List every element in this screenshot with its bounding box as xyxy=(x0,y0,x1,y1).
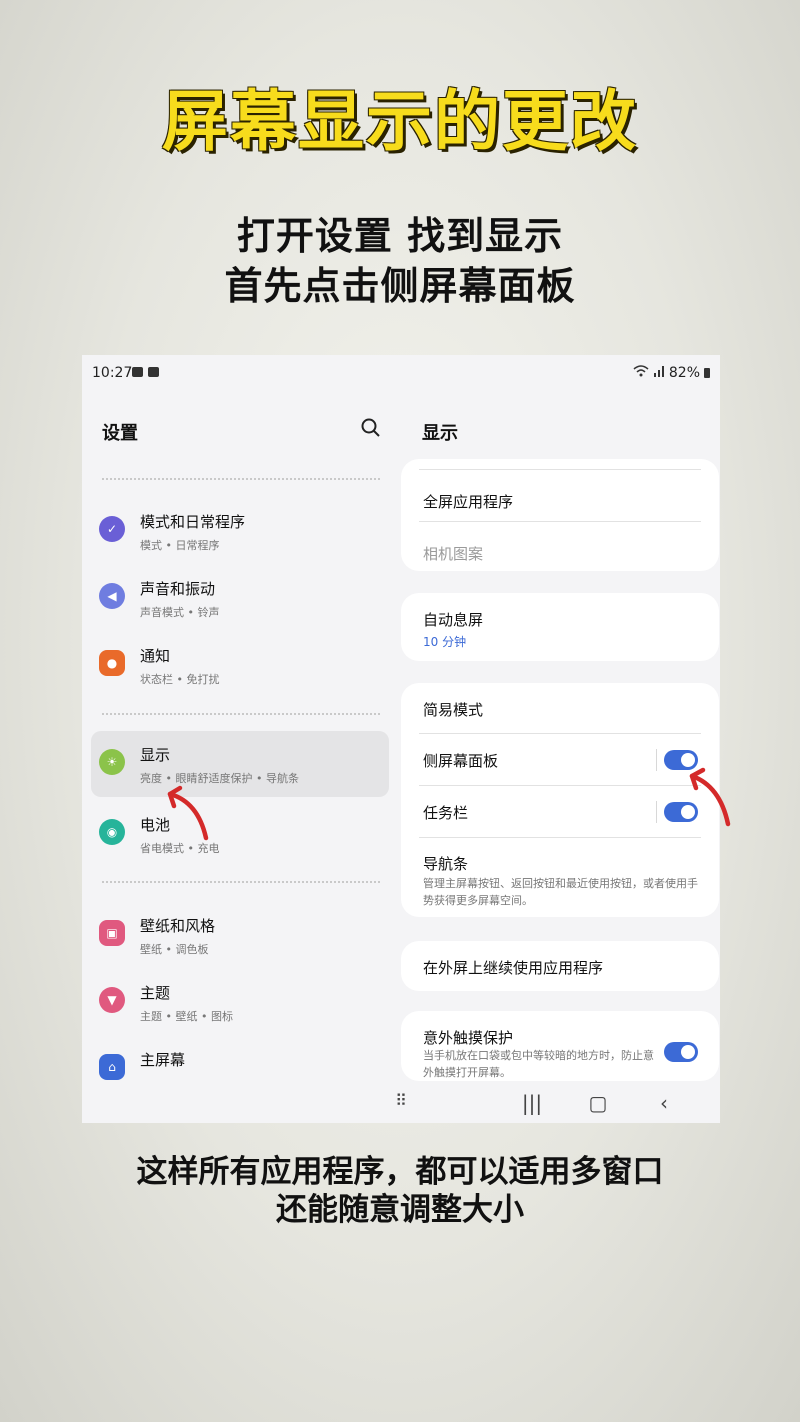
card-display-top: 全屏应用程序 相机图案 xyxy=(401,459,719,571)
taskbar-label[interactable]: 任务栏 xyxy=(423,802,468,823)
sidebar-item-title: 通知 xyxy=(140,647,171,665)
screen-timeout-value: 10 分钟 xyxy=(423,635,467,649)
card-layout: 简易模式 侧屏幕面板 任务栏 导航条 管理主屏幕按钮、返回按钮和最近使用按钮，或… xyxy=(401,683,719,917)
battery-icon xyxy=(704,368,710,378)
status-bar: 10:27 82% xyxy=(82,355,720,391)
easy-mode-item[interactable]: 简易模式 xyxy=(423,699,483,720)
sidebar-item-battery[interactable]: ◉ 电池 省电模式 • 充电 xyxy=(91,801,389,867)
sidebar-item-themes[interactable]: ▼ 主题 主题 • 壁纸 • 图标 xyxy=(91,969,389,1035)
edge-panels-label[interactable]: 侧屏幕面板 xyxy=(423,750,498,771)
separator xyxy=(419,785,701,786)
sidebar-item-subtitle: 模式 • 日常程序 xyxy=(140,539,220,552)
separator xyxy=(419,469,701,470)
red-arrow-annotation xyxy=(689,767,731,827)
camera-cutout-item[interactable]: 相机图案 xyxy=(423,543,483,564)
sidebar-item-subtitle: 壁纸 • 调色板 xyxy=(140,943,209,956)
screen-timeout-label: 自动息屏 xyxy=(423,611,484,629)
divider xyxy=(656,801,657,823)
sidebar-item-subtitle: 声音模式 • 铃声 xyxy=(140,606,220,619)
sidebar-item-display[interactable]: ☀ 显示 亮度 • 眼睛舒适度保护 • 导航条 xyxy=(91,731,389,797)
sun-icon: ☀ xyxy=(99,749,125,775)
home-button-icon[interactable]: ▢ xyxy=(586,1091,610,1115)
navbar-description: 管理主屏幕按钮、返回按钮和最近使用按钮，或者使用手势获得更多屏幕空间。 xyxy=(423,877,698,907)
phone-screen: 10:27 82% 设置 ✓ 模式和日常程序 模式 • 日常程序 ◀ 声音和振动… xyxy=(82,355,720,1123)
subtitle-line-2: 首先点击侧屏幕面板 xyxy=(224,264,576,308)
signal-icon xyxy=(653,365,665,381)
status-time: 10:27 xyxy=(92,365,133,381)
accidental-touch-label: 意外触摸保护 xyxy=(423,1029,514,1047)
brush-icon: ▼ xyxy=(99,987,125,1013)
sidebar-item-modes[interactable]: ✓ 模式和日常程序 模式 • 日常程序 xyxy=(91,498,389,564)
back-icon[interactable]: ‹ xyxy=(652,1091,676,1115)
sidebar-item-title: 主屏幕 xyxy=(140,1051,186,1069)
apps-grid-icon[interactable]: ⠿ xyxy=(389,1091,413,1110)
sidebar-item-subtitle: 主题 • 壁纸 • 图标 xyxy=(140,1010,233,1023)
card-screen-timeout[interactable]: 自动息屏 10 分钟 xyxy=(401,593,719,661)
sidebar-item-title: 壁纸和风格 xyxy=(140,917,216,935)
battery-level: 82% xyxy=(668,365,700,381)
sidebar-item-title: 声音和振动 xyxy=(140,580,216,598)
speaker-icon: ◀ xyxy=(99,583,125,609)
navigation-bar: ⠿ ||| ▢ ‹ xyxy=(82,1081,720,1123)
search-icon[interactable] xyxy=(360,417,382,439)
sidebar-item-title: 显示 xyxy=(140,746,171,764)
wallpaper-icon: ▣ xyxy=(99,920,125,946)
check-icon xyxy=(148,367,159,377)
separator xyxy=(419,733,701,734)
cover-screen-label: 在外屏上继续使用应用程序 xyxy=(423,959,604,977)
navbar-label[interactable]: 导航条 xyxy=(423,853,468,874)
sidebar-item-subtitle: 状态栏 • 免打扰 xyxy=(140,673,220,686)
settings-title: 设置 xyxy=(102,423,138,444)
fullscreen-apps-item[interactable]: 全屏应用程序 xyxy=(423,491,513,512)
sidebar-item-title: 主题 xyxy=(140,984,171,1002)
accidental-touch-toggle[interactable] xyxy=(664,1042,698,1062)
sidebar-item-notifications[interactable]: ● 通知 状态栏 • 免打扰 xyxy=(91,632,389,698)
divider xyxy=(102,478,380,480)
sidebar-item-title: 模式和日常程序 xyxy=(140,513,246,531)
home-icon: ⌂ xyxy=(99,1054,125,1080)
divider xyxy=(102,713,380,715)
display-title: 显示 xyxy=(422,423,458,444)
separator xyxy=(419,837,701,838)
recents-icon[interactable]: ||| xyxy=(520,1091,544,1115)
modes-icon: ✓ xyxy=(99,516,125,542)
divider xyxy=(656,749,657,771)
sidebar-item-wallpaper[interactable]: ▣ 壁纸和风格 壁纸 • 调色板 xyxy=(91,902,389,968)
headline: 屏幕显示的更改 xyxy=(162,83,638,160)
separator xyxy=(419,521,701,522)
status-right: 82% xyxy=(633,365,710,381)
accidental-touch-description: 当手机放在口袋或包中等较暗的地方时，防止意外触摸打开屏幕。 xyxy=(423,1049,654,1079)
gallery-icon xyxy=(132,367,143,377)
notification-icon: ● xyxy=(99,650,125,676)
battery-care-icon: ◉ xyxy=(99,819,125,845)
card-accidental-touch[interactable]: 意外触摸保护 当手机放在口袋或包中等较暗的地方时，防止意外触摸打开屏幕。 xyxy=(401,1011,719,1081)
wifi-icon xyxy=(633,365,649,381)
subtitle-line-1: 打开设置 找到显示 xyxy=(236,214,564,258)
card-cover-screen[interactable]: 在外屏上继续使用应用程序 xyxy=(401,941,719,991)
red-arrow-annotation xyxy=(167,785,209,841)
divider xyxy=(102,881,380,883)
sidebar-item-sound[interactable]: ◀ 声音和振动 声音模式 • 铃声 xyxy=(91,565,389,631)
caption-line-2: 还能随意调整大小 xyxy=(276,1192,524,1228)
